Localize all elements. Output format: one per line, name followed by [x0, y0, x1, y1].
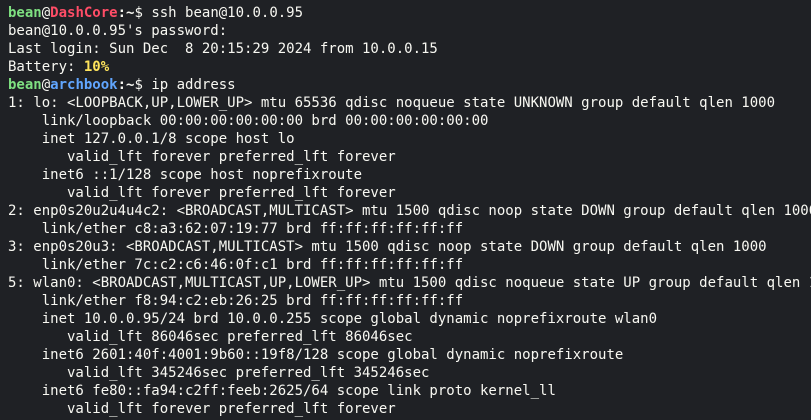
command-text: ip address — [151, 77, 236, 93]
output-line: 1: lo: <LOOPBACK,UP,LOWER_UP> mtu 65536 … — [8, 95, 776, 111]
last-login-line: Last login: Sun Dec 8 20:15:29 2024 from… — [8, 41, 438, 57]
prompt-path: :~ — [117, 5, 135, 21]
output-line: 2: enp0s20u2u4u4c2: <BROADCAST,MULTICAST… — [8, 203, 811, 219]
battery-line: Battery: 10% — [8, 58, 811, 76]
output-line: valid_lft 345246sec preferred_lft 345246… — [8, 365, 430, 381]
output-line: valid_lft forever preferred_lft forever — [8, 401, 396, 417]
battery-value: 10% — [83, 59, 110, 75]
output-line: valid_lft forever preferred_lft forever — [8, 149, 396, 165]
output-line: inet6 fe80::fa94:c2ff:feeb:2625/64 scope… — [8, 383, 556, 399]
prompt-path: :~ — [117, 77, 135, 93]
terminal-output[interactable]: bean@DashCore:~$ ssh bean@10.0.0.95 bean… — [0, 0, 811, 420]
battery-label: Battery: — [8, 59, 84, 75]
prompt-host: archbook — [50, 77, 118, 93]
output-line: inet 10.0.0.95/24 brd 10.0.0.255 scope g… — [8, 311, 658, 327]
output-line: valid_lft 86046sec preferred_lft 86046se… — [8, 329, 413, 345]
output-line: 3: enp0s20u3: <BROADCAST,MULTICAST> mtu … — [8, 239, 767, 255]
output-line: valid_lft forever preferred_lft forever — [8, 185, 396, 201]
ip-command-line: bean@archbook:~$ ip address — [8, 76, 811, 94]
output-line: inet 127.0.0.1/8 scope host lo — [8, 131, 295, 147]
output-line: 5: wlan0: <BROADCAST,MULTICAST,UP,LOWER_… — [8, 275, 811, 291]
output-line: inet6 ::1/128 scope host noprefixroute — [8, 167, 363, 183]
prompt-at: @ — [41, 77, 51, 93]
prompt-at: @ — [41, 5, 51, 21]
password-prompt: bean@10.0.0.95's password: — [8, 23, 228, 39]
prompt-symbol: $ — [134, 5, 152, 21]
prompt-user: bean — [8, 77, 42, 93]
prompt-host: DashCore — [50, 5, 118, 21]
output-line: link/ether f8:94:c2:eb:26:25 brd ff:ff:f… — [8, 293, 464, 309]
prompt-symbol: $ — [134, 77, 152, 93]
output-line: link/ether 7c:c2:c6:46:0f:c1 brd ff:ff:f… — [8, 257, 464, 273]
command-text: ssh bean@10.0.0.95 — [151, 5, 304, 21]
output-line: link/loopback 00:00:00:00:00:00 brd 00:0… — [8, 113, 489, 129]
prompt-user: bean — [8, 5, 42, 21]
ssh-command-line: bean@DashCore:~$ ssh bean@10.0.0.95 — [8, 4, 811, 22]
output-line: link/ether c8:a3:62:07:19:77 brd ff:ff:f… — [8, 221, 464, 237]
output-line: inet6 2601:40f:4001:9b60::19f8/128 scope… — [8, 347, 624, 363]
